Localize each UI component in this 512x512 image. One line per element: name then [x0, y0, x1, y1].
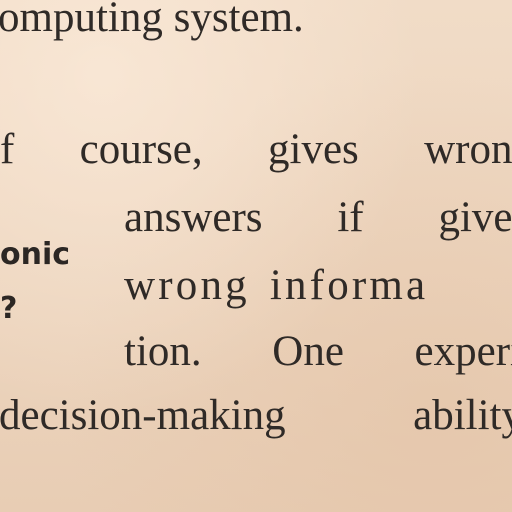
- word: tion.: [124, 328, 202, 375]
- margin-note-text: ?: [0, 291, 18, 326]
- word: f: [0, 126, 15, 173]
- margin-note-text: onic: [0, 237, 71, 272]
- text-line-1-content: omputing system.: [0, 0, 304, 41]
- text-line-1: omputing system.: [0, 0, 304, 39]
- word: informa: [269, 262, 429, 309]
- text-line-3: answers if given: [124, 196, 512, 239]
- word: given: [438, 194, 512, 241]
- word: decision-making: [0, 392, 286, 439]
- text-line-5: tion. One experi: [124, 330, 512, 373]
- word: if: [337, 194, 364, 241]
- text-line-4: wrong informa: [124, 264, 428, 307]
- word: One: [272, 328, 344, 375]
- word: answers: [124, 194, 263, 241]
- margin-note-line-2: ?: [0, 294, 17, 324]
- word: gives: [268, 126, 359, 173]
- word: course,: [79, 126, 203, 173]
- word: ability: [413, 392, 512, 439]
- word: wrong: [124, 262, 250, 309]
- word: wrong: [424, 126, 512, 173]
- text-line-6: decision-making ability: [0, 394, 512, 437]
- book-page: omputing system. f course, gives wrong o…: [0, 0, 512, 512]
- text-line-2: f course, gives wrong: [0, 128, 512, 171]
- margin-note-line-1: onic: [0, 240, 70, 270]
- word: experi: [414, 328, 512, 375]
